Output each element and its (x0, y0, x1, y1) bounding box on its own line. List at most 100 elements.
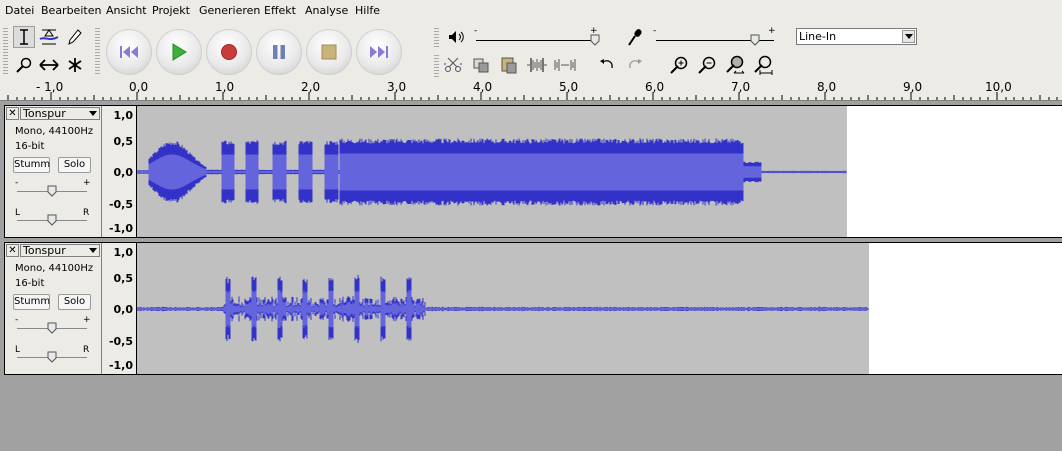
menu-generieren[interactable]: Generieren (199, 4, 260, 17)
selection-tool-icon[interactable] (13, 26, 35, 48)
playback-volume-slider[interactable] (590, 34, 600, 46)
ruler-label: 8,0 (817, 80, 837, 94)
gain-slider[interactable] (47, 322, 57, 334)
gain-plus-label: + (83, 178, 91, 188)
solo-button[interactable]: Solo (58, 294, 91, 310)
gain-minus-label: - (15, 178, 19, 188)
mute-button[interactable]: Stumm (13, 294, 50, 310)
pan-right-label: R (83, 345, 90, 355)
gain-slider[interactable] (47, 185, 57, 197)
ruler-label: 0,0 (129, 80, 149, 94)
ruler-label: 3,0 (387, 80, 407, 94)
track-control-panel: ✕ Tonspur Mono, 44100Hz 16-bit Stumm Sol… (5, 243, 102, 374)
timeline-ruler[interactable]: - 1,0 0,0 1,0 2,0 3,0 4,0 5,0 6,0 7,0 8,… (0, 80, 1062, 101)
menu-effekt[interactable]: Effekt (264, 4, 296, 17)
zoom-in-icon[interactable] (667, 53, 691, 77)
record-volume-minus: - (653, 26, 657, 36)
zoom-tool-icon[interactable] (13, 54, 35, 76)
close-icon[interactable]: ✕ (6, 107, 19, 120)
speaker-icon (444, 25, 468, 49)
toolbar-grip[interactable] (3, 26, 8, 76)
close-icon[interactable]: ✕ (6, 244, 19, 257)
menu-datei[interactable]: Datei (5, 4, 34, 17)
track-bitdepth: 16-bit (15, 141, 45, 152)
copy-icon[interactable] (469, 53, 493, 77)
ruler-label: - 1,0 (36, 80, 64, 94)
scale-label: -1,0 (108, 222, 133, 235)
chevron-down-icon (89, 248, 97, 253)
track-control-panel: ✕ Tonspur Mono, 44100Hz 16-bit Stumm Sol… (5, 106, 102, 237)
ruler-label: 1,0 (215, 80, 235, 94)
draw-tool-icon[interactable] (64, 26, 86, 48)
cut-icon[interactable] (441, 53, 465, 77)
ruler-label: 5,0 (559, 80, 579, 94)
empty-track-area[interactable] (0, 376, 1062, 451)
playback-volume-minus: - (474, 26, 478, 36)
track-bitdepth: 16-bit (15, 278, 45, 289)
vertical-scale: 1,0 0,5 0,0 -0,5 -1,0 (102, 243, 137, 374)
silence-icon[interactable] (553, 53, 577, 77)
pan-left-label: L (15, 208, 21, 218)
solo-button[interactable]: Solo (58, 157, 91, 173)
scale-label: 0,0 (113, 166, 134, 179)
waveform[interactable] (137, 106, 1062, 237)
input-source-select[interactable]: Line-In (796, 28, 917, 45)
paste-icon[interactable] (497, 53, 521, 77)
undo-icon[interactable] (595, 53, 619, 77)
skip-end-button[interactable] (356, 29, 402, 75)
pan-slider[interactable] (47, 214, 57, 226)
ruler-label: 6,0 (645, 80, 665, 94)
skip-start-button[interactable] (106, 29, 152, 75)
track-name: Tonspur (23, 107, 66, 120)
scale-label: -0,5 (108, 198, 133, 211)
audio-track-2[interactable]: ✕ Tonspur Mono, 44100Hz 16-bit Stumm Sol… (4, 242, 1062, 375)
redo-icon[interactable] (623, 53, 647, 77)
chevron-down-icon[interactable] (902, 30, 915, 43)
menu-hilfe[interactable]: Hilfe (355, 4, 380, 17)
menu-bar: Datei Bearbeiten Ansicht Projekt Generie… (0, 0, 1062, 23)
track-name: Tonspur (23, 244, 66, 257)
audio-track-1[interactable]: ✕ Tonspur Mono, 44100Hz 16-bit Stumm Sol… (4, 105, 1062, 238)
trim-icon[interactable] (525, 53, 549, 77)
scale-label: -0,5 (108, 335, 133, 348)
scale-label: 0,0 (113, 303, 134, 316)
input-source-value: Line-In (799, 30, 837, 43)
mute-button[interactable]: Stumm (13, 157, 50, 173)
edit-grip[interactable] (434, 53, 439, 77)
stop-button[interactable] (306, 29, 352, 75)
pan-left-label: L (15, 345, 21, 355)
record-button[interactable] (206, 29, 252, 75)
menu-projekt[interactable]: Projekt (152, 4, 190, 17)
timeshift-tool-icon[interactable] (38, 54, 60, 76)
chevron-down-icon (89, 111, 97, 116)
ruler-label: 10,0 (985, 80, 1012, 94)
multi-tool-icon[interactable] (64, 54, 86, 76)
envelope-tool-icon[interactable] (38, 26, 60, 48)
scale-label: 0,5 (113, 272, 134, 285)
menu-bearbeiten[interactable]: Bearbeiten (41, 4, 101, 17)
microphone-icon (623, 25, 647, 49)
record-volume-plus: + (768, 26, 776, 36)
track-format: Mono, 44100Hz (15, 263, 94, 274)
mixer-grip[interactable] (434, 26, 439, 48)
playback-volume-track (476, 40, 598, 41)
menu-ansicht[interactable]: Ansicht (106, 4, 147, 17)
pan-slider[interactable] (47, 351, 57, 363)
scale-label: 1,0 (113, 246, 134, 259)
zoom-out-icon[interactable] (695, 53, 719, 77)
transport-grip[interactable] (95, 26, 100, 76)
fit-selection-icon[interactable] (723, 53, 747, 77)
ruler-label: 7,0 (731, 80, 751, 94)
track-format: Mono, 44100Hz (15, 126, 94, 137)
waveform[interactable] (137, 243, 1062, 374)
track-name-menu[interactable]: Tonspur (20, 244, 100, 257)
scale-label: -1,0 (108, 359, 133, 372)
pause-button[interactable] (256, 29, 302, 75)
menu-analyse[interactable]: Analyse (305, 4, 348, 17)
gain-plus-label: + (83, 315, 91, 325)
record-volume-slider[interactable] (750, 34, 760, 46)
play-button[interactable] (156, 29, 202, 75)
track-name-menu[interactable]: Tonspur (20, 107, 100, 120)
fit-project-icon[interactable] (751, 53, 775, 77)
ruler-label: 4,0 (473, 80, 493, 94)
